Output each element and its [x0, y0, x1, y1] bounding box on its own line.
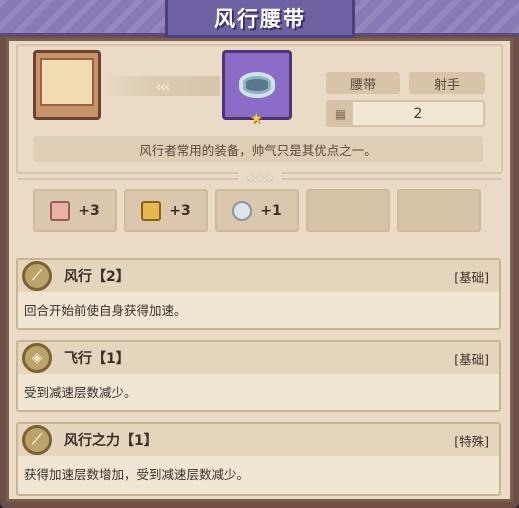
flight-skill-icon: ◈	[22, 343, 52, 373]
skill-description: 回合开始前使自身获得加速。	[24, 303, 187, 318]
divider-ornament-icon: ◇◇◇	[238, 170, 282, 186]
skill-category: [基础]	[454, 351, 489, 367]
wind-skill-icon: ⟋	[22, 261, 52, 291]
skill-header: ⟋ 风行【2】 [基础]	[18, 260, 499, 292]
stat-slot-3[interactable]: +1	[215, 189, 299, 232]
stat-value: +1	[260, 202, 282, 219]
stat-slot-2[interactable]: +3	[124, 189, 208, 232]
item-type-tag: 腰带	[326, 72, 400, 94]
hero-portrait[interactable]	[33, 50, 101, 120]
gold-boot-icon	[141, 200, 162, 221]
fist-icon	[50, 200, 71, 221]
item-description: 风行者常用的装备，帅气只是其优点之一。	[33, 136, 483, 162]
belt-icon	[239, 72, 275, 98]
equip-arrows-icon: ‹‹‹	[104, 76, 220, 96]
stat-slot-1[interactable]: +3	[33, 189, 117, 232]
item-class-tag: 射手	[409, 72, 485, 94]
hero-avatar	[40, 58, 94, 106]
feather-icon	[232, 200, 253, 221]
skill-name: 飞行【1】	[64, 351, 130, 367]
skill-name: 风行【2】	[64, 269, 130, 285]
skill-header: ⟋ 风行之力【1】 [特殊]	[18, 424, 499, 456]
level-value: 2	[413, 105, 423, 122]
skill-card[interactable]: ◈ 飞行【1】 [基础] 受到减速层数减少。	[16, 340, 501, 412]
stat-value: +3	[169, 202, 191, 219]
skill-category: [特殊]	[454, 433, 489, 449]
item-level: ▦ 2	[326, 100, 485, 127]
stat-value: +3	[78, 202, 100, 219]
skill-description: 受到减速层数减少。	[24, 385, 137, 400]
skill-card[interactable]: ⟋ 风行之力【1】 [特殊] 获得加速层数增加，受到减速层数减少。	[16, 422, 501, 496]
belt-item-icon[interactable]	[222, 50, 292, 120]
stat-slot-empty	[306, 189, 390, 232]
skill-description: 获得加速层数增加，受到减速层数减少。	[24, 467, 250, 482]
skill-category: [基础]	[454, 269, 489, 285]
stat-slot-empty	[397, 189, 481, 232]
star-icon: ★	[250, 111, 263, 127]
skill-name: 风行之力【1】	[64, 433, 158, 449]
skill-card[interactable]: ⟋ 风行【2】 [基础] 回合开始前使自身获得加速。	[16, 258, 501, 330]
skill-header: ◈ 飞行【1】 [基础]	[18, 342, 499, 374]
wind-power-skill-icon: ⟋	[22, 425, 52, 455]
item-title: 风行腰带	[165, 0, 355, 38]
level-icon: ▦	[328, 102, 353, 125]
